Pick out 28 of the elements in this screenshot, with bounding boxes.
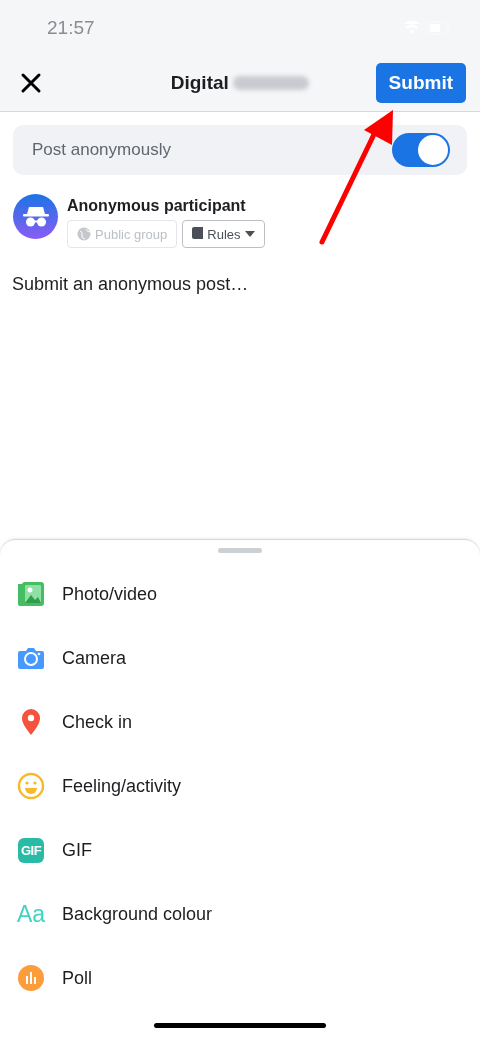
photo-icon (16, 581, 46, 607)
caret-icon (244, 231, 255, 237)
text-style-icon: Aa (16, 900, 46, 928)
gif-icon: GIF (17, 837, 45, 863)
option-label[interactable]: Photo/video (62, 583, 158, 605)
option-label[interactable]: Background colour (62, 903, 213, 925)
submit-button[interactable]: Submit (375, 63, 466, 103)
rules-dropdown[interactable]: Rules (182, 220, 265, 248)
group-title: Digital (170, 72, 229, 94)
option-label[interactable]: GIF (62, 839, 92, 861)
poll-icon (17, 964, 45, 992)
globe-icon (77, 227, 91, 241)
camera-icon (17, 645, 45, 671)
option-label[interactable]: Check in (62, 711, 133, 733)
location-pin-icon (19, 708, 43, 736)
option-label[interactable]: Poll (62, 967, 92, 989)
incognito-avatar-icon (13, 194, 58, 239)
smiley-icon (17, 772, 45, 800)
option-label[interactable]: Camera (62, 647, 127, 669)
toggle-switch[interactable] (392, 133, 450, 167)
drag-handle[interactable] (218, 548, 262, 553)
status-time: 21:57 (47, 16, 95, 39)
option-label[interactable]: Feeling/activity (62, 775, 182, 797)
author-name: Anonymous participant (67, 197, 247, 215)
toggle-label: Post anonymously (32, 140, 171, 160)
book-icon (192, 227, 204, 241)
close-icon[interactable] (20, 72, 42, 94)
audience-chip: Public group (67, 220, 178, 248)
